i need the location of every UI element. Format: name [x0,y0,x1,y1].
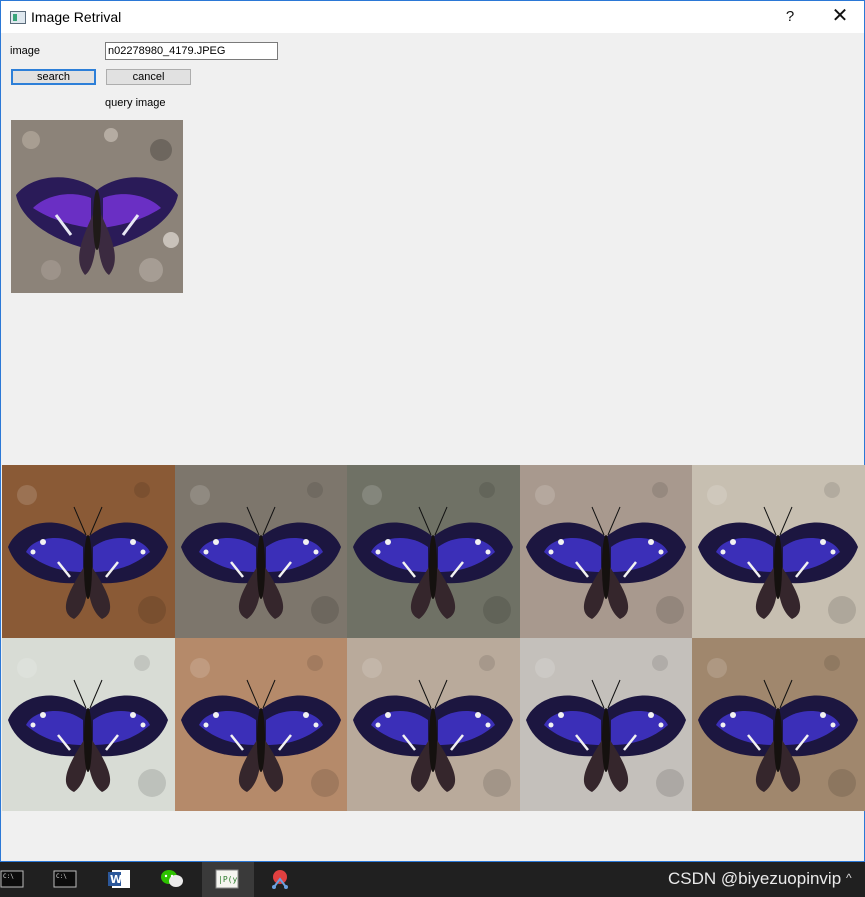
svg-text:C:\: C:\ [3,873,14,880]
python-icon[interactable]: |P(y): [215,869,239,889]
query-butterfly-image [11,120,183,293]
close-icon[interactable]: ✕ [827,4,853,30]
result-image-5 [692,465,865,638]
image-label: image [10,45,40,57]
terminal-icon[interactable]: C:\ [0,869,24,889]
result-butterfly-image [174,638,348,811]
result-butterfly-image [2,638,175,811]
result-image-8 [347,638,521,811]
result-butterfly-image [519,638,693,811]
query-image-label: query image [105,97,166,109]
query-image [11,120,183,293]
result-image-1 [2,465,175,638]
result-image-10 [692,638,865,811]
terminal-icon-2[interactable]: C:\ [53,869,77,889]
result-butterfly-image [347,638,521,811]
result-image-3 [347,465,521,638]
wechat-icon[interactable] [160,869,184,889]
results-grid [2,465,865,811]
result-butterfly-image [2,465,175,638]
snipping-tool-icon[interactable] [268,869,292,889]
result-image-4 [519,465,693,638]
tray-expand-icon[interactable]: ^ [846,871,852,885]
result-butterfly-image [692,465,865,638]
app-window: Image Retrival ? ✕ image search cancel q… [0,0,865,862]
taskbar: C:\ C:\ W |P(y): CSDN @biyezuopinvip ^ [0,862,865,897]
image-filename-input[interactable] [105,42,278,60]
watermark-text: CSDN @biyezuopinvip [668,869,842,888]
result-image-7 [174,638,348,811]
cancel-button[interactable]: cancel [106,69,191,85]
result-image-2 [174,465,348,638]
svg-text:W: W [110,873,122,886]
result-butterfly-image [347,465,521,638]
result-image-6 [2,638,175,811]
title-bar: Image Retrival ? ✕ [1,1,864,33]
word-icon[interactable]: W [107,869,131,889]
window-title: Image Retrival [31,9,122,25]
help-button[interactable]: ? [777,4,803,30]
svg-text:C:\: C:\ [56,873,67,880]
result-butterfly-image [174,465,348,638]
svg-text:|P(y):: |P(y): [218,875,239,884]
app-window-icon [10,11,26,24]
result-butterfly-image [519,465,693,638]
result-butterfly-image [692,638,865,811]
search-button[interactable]: search [11,69,96,85]
result-image-9 [519,638,693,811]
